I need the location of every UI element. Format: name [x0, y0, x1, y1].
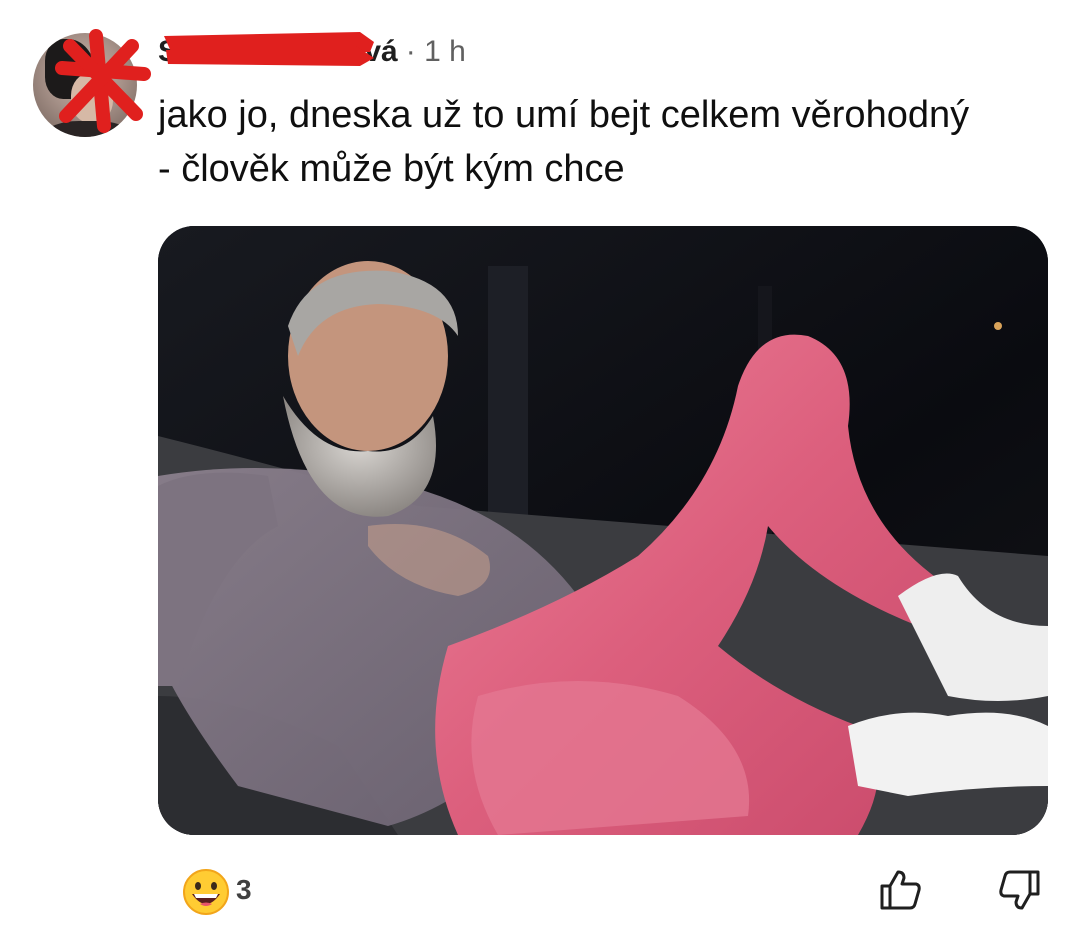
comment-text-line-1: jako jo, dneska už to umí bejt celkem vě… — [158, 94, 970, 136]
comment-actions-bar: 3 — [180, 862, 1040, 922]
comment-card: Sová · 1 h jako jo, dneska už to umí bej… — [0, 0, 1080, 938]
photo-illustration — [158, 226, 1048, 835]
thumbs-up-icon[interactable] — [876, 866, 924, 914]
comment-body: jako jo, dneska už to umí bejt celkem vě… — [158, 88, 1058, 196]
comment-text-line-2: - člověk může být kým chce — [158, 148, 625, 190]
thumbs-down-icon[interactable] — [996, 866, 1044, 914]
reaction-count: 3 — [236, 874, 252, 905]
comment-attached-photo[interactable] — [158, 226, 1048, 835]
author-name-redaction — [164, 32, 374, 66]
avatar-redaction-scribble — [55, 29, 151, 133]
grinning-face-emoji-icon[interactable] — [182, 868, 230, 916]
comment-timestamp: · 1 h — [405, 35, 466, 68]
